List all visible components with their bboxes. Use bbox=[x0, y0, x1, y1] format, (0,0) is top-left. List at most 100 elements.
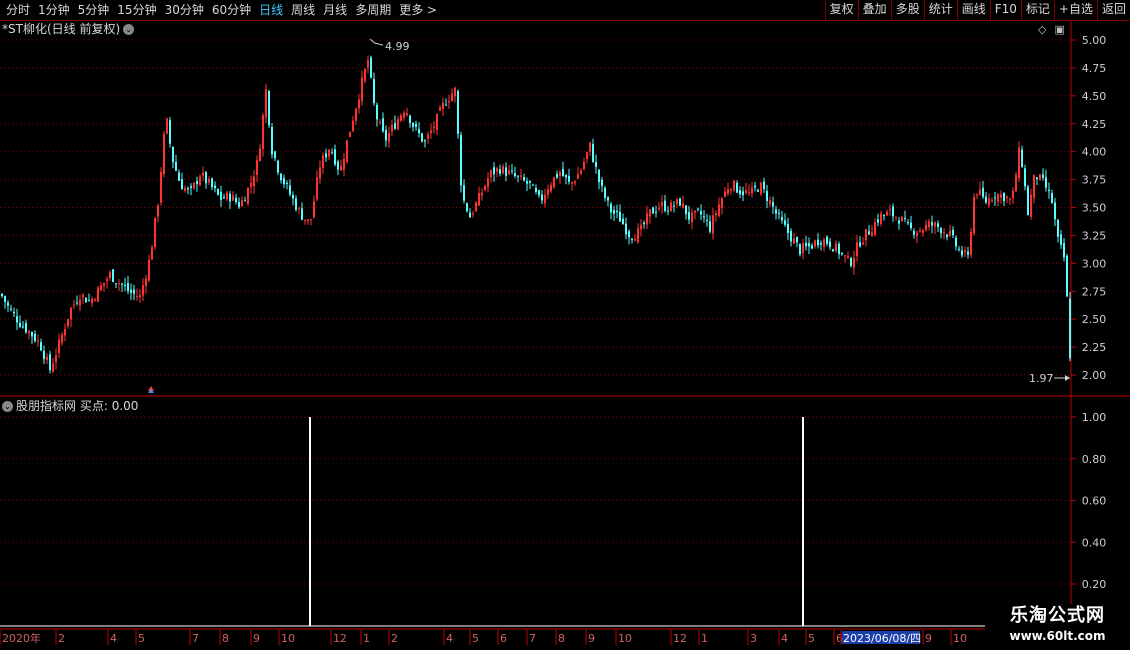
candle-body bbox=[748, 192, 750, 194]
candle-body bbox=[967, 251, 969, 255]
candle-body bbox=[172, 146, 174, 163]
candle-body bbox=[361, 77, 363, 101]
candle-body bbox=[970, 231, 972, 256]
candle-body bbox=[583, 161, 585, 170]
candle-body bbox=[691, 212, 693, 223]
diamond-icon[interactable]: ◇ bbox=[1038, 23, 1046, 36]
candle-body bbox=[199, 176, 201, 186]
watermark: 乐淘公式网 www.60lt.com bbox=[985, 604, 1130, 650]
candle-body bbox=[460, 135, 462, 186]
candle-body bbox=[718, 204, 720, 216]
candle-body bbox=[661, 202, 663, 207]
candle-body bbox=[976, 194, 978, 196]
candle-body bbox=[994, 197, 996, 199]
candle-body bbox=[769, 200, 771, 205]
candle-body bbox=[214, 185, 216, 189]
candle-body bbox=[205, 172, 207, 184]
candle-body bbox=[664, 200, 666, 211]
candle-body bbox=[262, 115, 264, 150]
candle-body bbox=[436, 113, 438, 131]
candle-body bbox=[928, 221, 930, 228]
candle-body bbox=[739, 190, 741, 195]
candle-body bbox=[28, 331, 30, 334]
candle-body bbox=[985, 196, 987, 203]
watermark-title: 乐淘公式网 bbox=[1010, 605, 1105, 626]
candle-body bbox=[1042, 174, 1044, 178]
candle-body bbox=[694, 210, 696, 213]
candle-body bbox=[586, 152, 588, 159]
candle-body bbox=[787, 223, 789, 234]
candle-body bbox=[997, 194, 999, 202]
candle-body bbox=[391, 125, 393, 132]
candle-body bbox=[754, 185, 756, 188]
candle-body bbox=[643, 222, 645, 225]
candle-body bbox=[244, 200, 246, 202]
candle-body bbox=[256, 159, 258, 175]
candle-body bbox=[115, 283, 117, 285]
candle-body bbox=[898, 220, 900, 224]
kline-chart[interactable]: 5.00 4.75 4.50 4.25 4.00 3.75 3.50 3.25 3.00 2.75… bbox=[0, 0, 1130, 650]
candle-body bbox=[559, 172, 561, 177]
time-tick-label: 10 bbox=[953, 632, 967, 645]
indicator-value: 买点: 0.00 bbox=[79, 399, 139, 413]
candle-body bbox=[820, 242, 822, 245]
candle-body bbox=[178, 172, 180, 181]
chevron-down-icon[interactable]: ⌄ bbox=[123, 24, 135, 35]
candle-body bbox=[304, 219, 306, 222]
candle-body bbox=[226, 192, 228, 200]
candle-body bbox=[349, 131, 351, 137]
candle-body bbox=[523, 177, 525, 181]
candle-body bbox=[1030, 194, 1032, 218]
candle-body bbox=[496, 168, 498, 172]
candle-body bbox=[1027, 186, 1029, 216]
candle-body bbox=[46, 356, 48, 361]
candle-body bbox=[730, 189, 732, 191]
candle-body bbox=[658, 207, 660, 210]
candle-body bbox=[847, 255, 849, 258]
stock-title[interactable]: *ST柳化(日线 前复权) ⌄ bbox=[2, 22, 135, 36]
candle-body bbox=[385, 129, 387, 141]
candle-body bbox=[838, 243, 840, 255]
candle-body bbox=[484, 185, 486, 190]
candle-body bbox=[118, 283, 120, 285]
candle-body bbox=[856, 242, 858, 257]
candle-body bbox=[700, 211, 702, 215]
candle-body bbox=[907, 222, 909, 224]
candle-body bbox=[478, 193, 480, 206]
candle-body bbox=[235, 197, 237, 203]
candle-body bbox=[916, 232, 918, 237]
candle-body bbox=[667, 210, 669, 212]
candle-body bbox=[724, 191, 726, 197]
candle-body bbox=[337, 161, 339, 170]
candle-body bbox=[331, 152, 333, 154]
candle-body bbox=[1069, 298, 1071, 359]
candle-body bbox=[790, 230, 792, 242]
candle-body bbox=[58, 339, 60, 353]
high-label: 4.99 bbox=[385, 40, 410, 53]
candle-body bbox=[961, 250, 963, 256]
candle-body bbox=[979, 189, 981, 195]
candle-body bbox=[778, 212, 780, 214]
price-tick-label: 4.25 bbox=[1082, 118, 1107, 131]
candle-body bbox=[808, 243, 810, 247]
candle-body bbox=[364, 69, 366, 81]
candle-body bbox=[19, 322, 21, 327]
time-tick-label: 1 bbox=[701, 632, 708, 645]
panel-icon[interactable]: ▣ bbox=[1054, 23, 1064, 36]
price-tick-label: 4.50 bbox=[1082, 90, 1107, 103]
candle-body bbox=[466, 203, 468, 212]
candle-body bbox=[727, 189, 729, 194]
candle-body bbox=[31, 332, 33, 337]
indicator-title[interactable]: ⌄ 股朋指标网 买点: 0.00 bbox=[2, 399, 138, 413]
candle-body bbox=[892, 206, 894, 217]
candle-body bbox=[355, 108, 357, 121]
time-tick-label: 10 bbox=[618, 632, 632, 645]
candle-body bbox=[217, 189, 219, 195]
candle-body bbox=[310, 218, 312, 220]
watermark-url: www.60lt.com bbox=[1009, 629, 1106, 643]
chevron-down-icon[interactable]: ⌄ bbox=[2, 401, 13, 412]
candle-body bbox=[832, 249, 834, 252]
candle-body bbox=[298, 208, 300, 210]
indicator-tick-label: 0.20 bbox=[1082, 578, 1107, 591]
candle-body bbox=[142, 285, 144, 296]
